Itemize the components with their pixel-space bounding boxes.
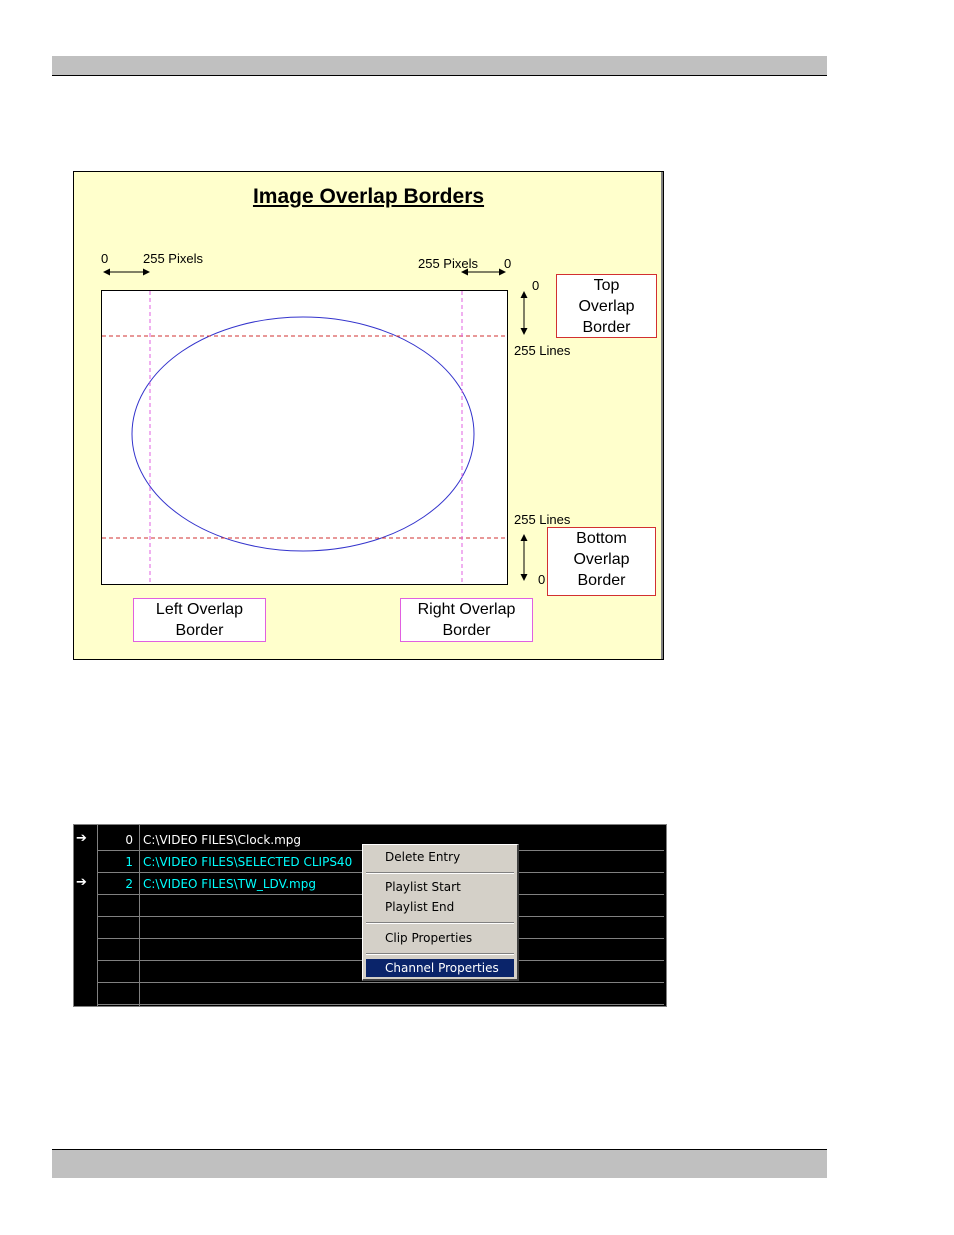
top-overlap-box: Top Overlap Border: [556, 274, 657, 338]
row-marker: [76, 983, 96, 1005]
menu-item-delete-entry[interactable]: Delete Entry: [366, 848, 514, 866]
left-box-line-1: Left Overlap: [155, 601, 244, 618]
row-file-path: C:\VIDEO FILES\Clock.mpg: [143, 833, 302, 847]
row-marker: [76, 917, 96, 939]
top-box-line-3: Border: [582, 319, 631, 336]
row-marker: [76, 939, 96, 961]
left-overlap-box: Left Overlap Border: [133, 598, 266, 642]
row-file-path: C:\VIDEO FILES\TW_LDV.mpg: [143, 877, 316, 891]
overlap-borders-figure: Image Overlap Borders 0 255 Pixels 255 P…: [73, 171, 664, 660]
menu-item-channel-properties[interactable]: Channel Properties: [366, 959, 514, 977]
row-index: 1: [125, 855, 133, 869]
top-box-line-1: Top: [593, 277, 620, 294]
row-index: [97, 895, 136, 916]
arrow-marker-icon: ➔: [76, 875, 87, 890]
playlist-row[interactable]: [74, 983, 666, 1005]
context-menu: Delete Entry Playlist Start Playlist End…: [362, 844, 519, 981]
row-marker: [76, 851, 96, 873]
left-box-line-2: Border: [175, 622, 224, 639]
bottom-overlap-box: Bottom Overlap Border: [547, 527, 656, 596]
row-file-path: C:\VIDEO FILES\SELECTED CLIPS40: [143, 855, 353, 869]
right-overlap-box: Right Overlap Border: [400, 598, 533, 642]
menu-item-playlist-end[interactable]: Playlist End: [366, 898, 514, 916]
menu-separator: [366, 953, 514, 955]
top-box-line-2: Overlap: [578, 298, 635, 315]
menu-item-playlist-start[interactable]: Playlist Start: [366, 878, 514, 896]
row-marker: [76, 961, 96, 983]
row-index: [97, 917, 136, 938]
bottom-box-line-3: Border: [577, 572, 626, 589]
right-box-line-2: Border: [442, 622, 491, 639]
row-index: [97, 983, 136, 1004]
menu-separator: [366, 922, 514, 924]
menu-separator: [366, 872, 514, 874]
footer-band: [52, 1149, 827, 1178]
arrow-marker-icon: ➔: [76, 831, 87, 846]
right-box-line-1: Right Overlap: [417, 601, 516, 618]
row-index: 2: [125, 877, 133, 891]
row-index: [97, 939, 136, 960]
row-index: [97, 961, 136, 982]
menu-item-clip-properties[interactable]: Clip Properties: [366, 929, 514, 947]
bottom-box-line-2: Overlap: [573, 551, 630, 568]
row-marker: [76, 895, 96, 917]
bottom-box-line-1: Bottom: [576, 530, 627, 547]
grid-row-divider: [97, 1004, 664, 1005]
header-band: [52, 56, 827, 76]
row-index: 0: [125, 833, 133, 847]
